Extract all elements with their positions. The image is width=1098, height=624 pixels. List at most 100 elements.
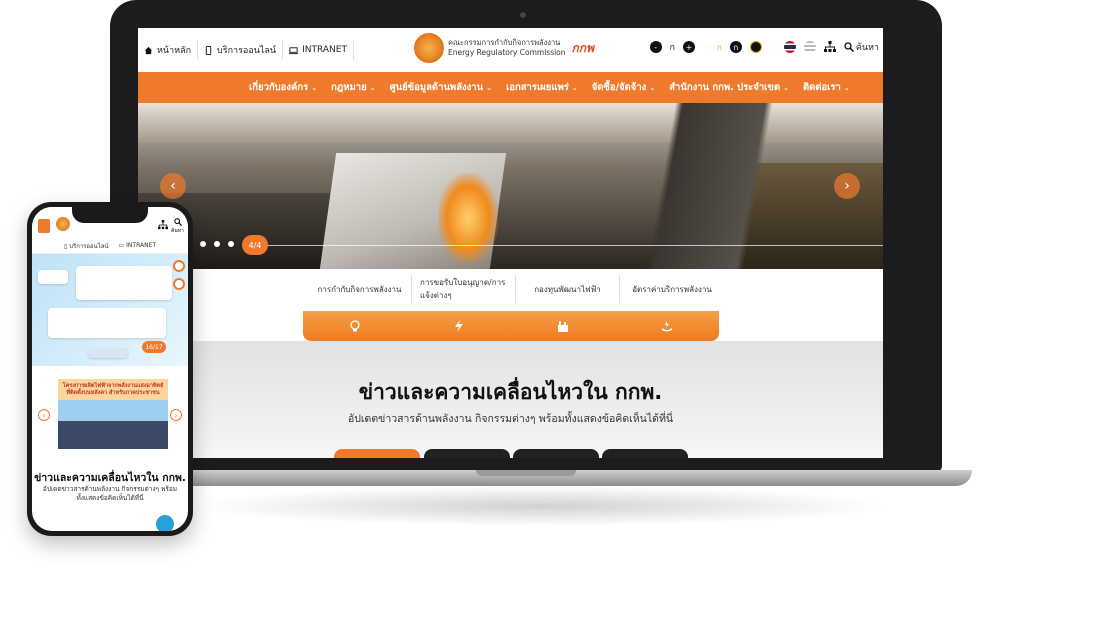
english-flag-icon[interactable] (803, 41, 816, 53)
laptop-mockup: หน้าหลัก บริการออนไลน์ INTRANET คณะกรรมก… (80, 0, 972, 526)
nav-label: สำนักงาน กกพ. ประจำเขต (669, 82, 781, 93)
online-services-label: บริการออนไลน์ (217, 46, 277, 56)
quick-link-fund[interactable]: กองทุนพัฒนาไฟฟ้า (516, 275, 620, 303)
nav-item-energy-data[interactable]: ศูนย์ข้อมูลด้านพลังงาน ⌄ (383, 80, 499, 95)
phone-mockup: ค้นหา ▯ บริการออนไลน์ ▭ INTRANET 16/17 โ… (27, 202, 193, 536)
banner-bubble (76, 266, 172, 300)
hero-slider: ‹ › 4/4 (138, 103, 883, 269)
chevron-down-icon: ⌄ (783, 83, 789, 92)
thai-flag-icon[interactable] (783, 41, 796, 53)
font-decrease-button[interactable]: - (649, 41, 662, 53)
chat-icon[interactable] (156, 515, 174, 531)
slider-dot[interactable] (228, 241, 234, 247)
logo-text: คณะกรรมการกำกับกิจการพลังงาน Energy Regu… (448, 38, 566, 58)
slider-dot[interactable] (200, 241, 206, 247)
search-label[interactable]: ค้นหา (856, 40, 879, 54)
quick-link-tariff[interactable]: อัตราค่าบริการพลังงาน (620, 275, 724, 303)
news-title: ข่าวและความเคลื่อนไหวใน กกพ. (358, 380, 663, 404)
nav-item-publications[interactable]: เอกสารเผยแพร่ ⌄ (499, 80, 585, 95)
slider-counter: 4/4 (242, 235, 268, 255)
chevron-down-icon: ⌄ (843, 83, 850, 92)
hero-building-glow (438, 173, 498, 263)
site-logo[interactable]: คณะกรรมการกำกับกิจการพลังงาน Energy Regu… (414, 33, 594, 63)
power-plant-icon[interactable] (556, 319, 570, 333)
search-label[interactable]: ค้นหา (171, 227, 184, 235)
intranet-label: INTRANET (302, 45, 347, 55)
sitemap-icon[interactable] (158, 220, 168, 230)
font-increase-button[interactable]: + (682, 41, 695, 53)
laptop-screen: หน้าหลัก บริการออนไลน์ INTRANET คณะกรรมก… (138, 28, 883, 458)
phone-service-links: ▯ บริการออนไลน์ ▭ INTRANET (32, 238, 188, 254)
quick-links: การกำกับกิจการพลังงาน การขอรับใบอนุญาต/ก… (138, 269, 883, 309)
news-tab[interactable] (424, 449, 510, 458)
home-icon (144, 46, 153, 54)
banner-counter: 16/17 (142, 341, 166, 353)
contrast-normal-button[interactable]: ก (717, 41, 722, 54)
font-normal-button[interactable]: ก (670, 40, 675, 54)
phone-screen: ค้นหา ▯ บริการออนไลน์ ▭ INTRANET 16/17 โ… (32, 207, 188, 531)
nav-label: เอกสารเผยแพร่ (506, 82, 569, 93)
news-card-text: โครงการผลิตไฟฟ้าจากพลังงานแสงอาทิตย์ ที่… (62, 383, 164, 396)
site-header: หน้าหลัก บริการออนไลน์ INTRANET คณะกรรมก… (138, 28, 883, 72)
nav-label: ติดต่อเรา (802, 82, 841, 93)
contrast-dark-button[interactable]: ก (729, 41, 742, 53)
home-link[interactable]: หน้าหลัก (138, 40, 199, 60)
contrast-dark-alt-button[interactable] (749, 41, 762, 53)
lightning-icon[interactable] (452, 319, 466, 333)
nav-label: ศูนย์ข้อมูลด้านพลังงาน (389, 82, 484, 93)
news-tab[interactable] (513, 449, 599, 458)
phone-notch (72, 207, 148, 223)
chevron-down-icon: ⌄ (369, 83, 376, 92)
search-icon[interactable] (174, 218, 182, 226)
seal-icon[interactable] (56, 217, 70, 231)
laptop-lid: หน้าหลัก บริการออนไลน์ INTRANET คณะกรรมก… (110, 0, 942, 472)
nav-item-procurement[interactable]: จัดซื้อ/จัดจ้าง ⌄ (585, 80, 663, 95)
slider-progress-line (258, 245, 883, 246)
online-services-link[interactable]: ▯ บริการออนไลน์ (64, 241, 109, 251)
laptop-icon (289, 46, 299, 54)
lightbulb-icon[interactable] (348, 319, 362, 333)
chevron-down-icon: ⌄ (311, 83, 318, 92)
slider-prev-button[interactable]: ‹ (160, 173, 186, 199)
banner-bubble (88, 348, 128, 358)
mobile-icon (205, 45, 212, 55)
info-button[interactable] (173, 260, 185, 272)
chevron-down-icon: ⌄ (571, 83, 578, 92)
org-name-th: คณะกรรมการกำกับกิจการพลังงาน (448, 38, 561, 47)
card-prev-button[interactable]: ‹ (38, 409, 50, 421)
slider-dot[interactable] (214, 241, 220, 247)
nav-label: กฎหมาย (331, 82, 367, 93)
mobile-icon: ▯ (63, 242, 68, 250)
news-tab-active[interactable] (334, 449, 420, 458)
nav-item-law[interactable]: กฎหมาย ⌄ (324, 80, 382, 95)
intranet-link[interactable]: INTRANET (283, 40, 354, 60)
banner-bubble (38, 270, 68, 284)
nav-item-contact[interactable]: ติดต่อเรา ⌄ (796, 80, 857, 95)
slider-next-button[interactable]: › (834, 173, 860, 199)
quick-link-regulation[interactable]: การกำกับกิจการพลังงาน (308, 275, 412, 303)
laptop-shadow (190, 486, 890, 526)
quick-link-license[interactable]: การขอรับใบอนุญาต/การแจ้งต่างๆ (412, 275, 516, 303)
phone-news-title: ข่าวและความเคลื่อนไหวใน กกพ. (34, 472, 186, 484)
nav-item-about[interactable]: เกี่ยวกับองค์กร ⌄ (242, 80, 324, 95)
main-nav: เกี่ยวกับองค์กร ⌄ กฎหมาย ⌄ ศูนย์ข้อมูลด้าน… (138, 72, 883, 103)
hamburger-menu-icon[interactable] (38, 219, 50, 233)
card-next-button[interactable]: › (170, 409, 182, 421)
org-name-en: Energy Regulatory Commission (448, 48, 566, 57)
online-services-link[interactable]: บริการออนไลน์ (198, 40, 284, 60)
search-icon[interactable] (844, 42, 854, 52)
news-card[interactable]: โครงการผลิตไฟฟ้าจากพลังงานแสงอาทิตย์ ที่… (58, 379, 168, 449)
intranet-link[interactable]: ▭ INTRANET (119, 242, 157, 249)
news-tab[interactable] (602, 449, 688, 458)
nav-item-regional-offices[interactable]: สำนักงาน กกพ. ประจำเขต ⌄ (662, 80, 796, 95)
sitemap-icon[interactable] (823, 41, 836, 53)
news-subtitle: อัปเดตข่าวสารด้านพลังงาน กิจกรรมต่างๆ พร… (347, 413, 674, 425)
org-abbr: กกพ (571, 40, 594, 55)
phone-news-subtitle: อัปเดตข่าวสารด้านพลังงาน กิจกรรมต่างๆ พร… (42, 485, 178, 502)
online-services-label: บริการออนไลน์ (69, 242, 109, 250)
camera-icon (520, 12, 526, 18)
intranet-label: INTRANET (126, 242, 157, 249)
link-button[interactable] (173, 278, 185, 290)
hand-energy-icon[interactable] (660, 319, 674, 333)
chevron-down-icon: ⌄ (486, 83, 492, 92)
